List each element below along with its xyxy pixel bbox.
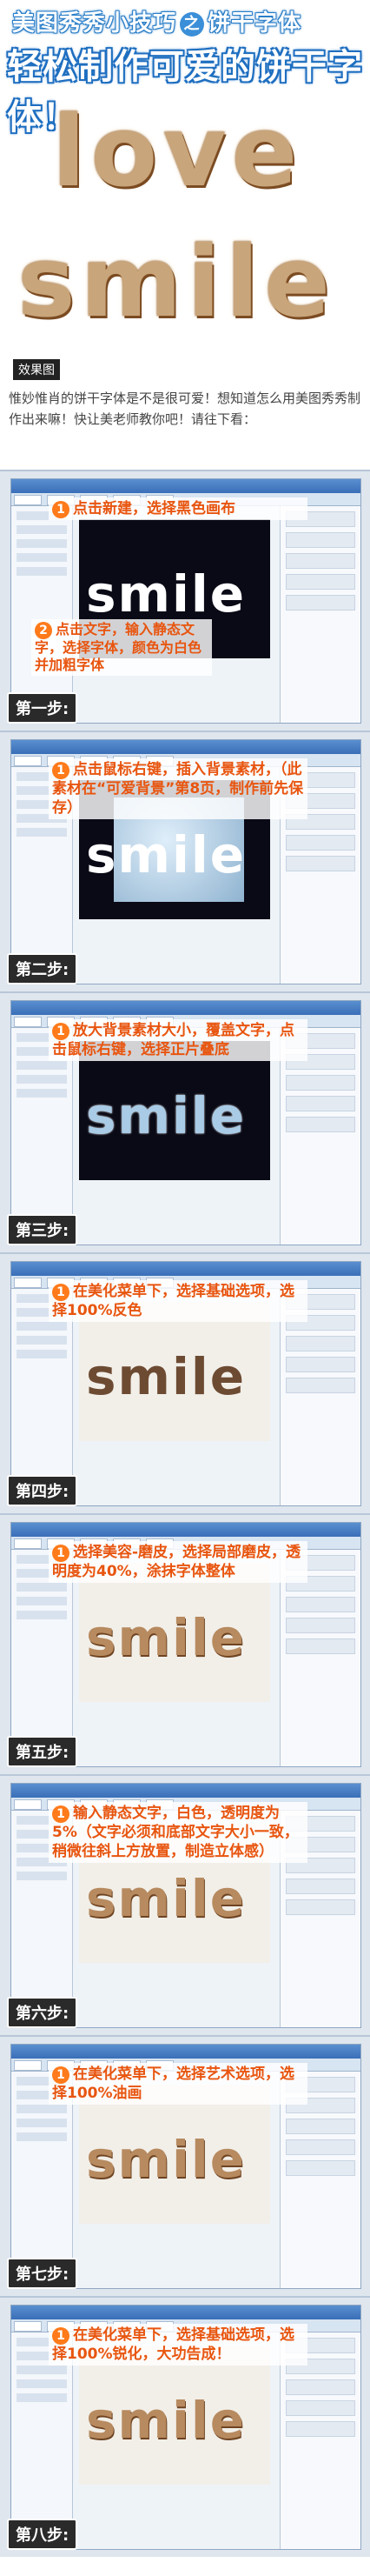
canvas-text: smile — [86, 1869, 247, 1928]
app-titlebar — [11, 1262, 360, 1276]
canvas-text: smile — [86, 1608, 247, 1667]
callout-number: 1 — [52, 501, 69, 518]
callout-number: 1 — [52, 2327, 69, 2345]
step-label: 第三步: — [7, 1214, 78, 1245]
callout-number: 2 — [35, 622, 52, 639]
callout-2: 2 点击文字，输入静态文字，选择字体，颜色为白色并加粗字体 — [31, 619, 212, 676]
cookie-word-love: love — [52, 96, 303, 209]
callout-text: 放大背景素材大小，覆盖文字，点击鼠标右键，选择正片叠底 — [52, 1022, 294, 1058]
callout-number: 1 — [52, 762, 69, 779]
callout-1: 1 选择美容-磨皮，选择局部磨皮，透明度为40%，涂抹字体整体 — [49, 1541, 307, 1583]
callout-1: 1 点击鼠标右键，插入背景素材，（此素材在“可爱背景”第8页，制作前先保存） — [49, 758, 307, 819]
step-label: 第四步: — [7, 1475, 78, 1506]
step-7: smile 1 在美化菜单下，选择艺术选项，选择100%油画 第七步: — [0, 2035, 370, 2296]
app-titlebar — [11, 479, 360, 493]
cookie-word-smile: smile — [17, 226, 336, 339]
intro-text: 惟妙惟肖的饼干字体是不是很可爱！想知道怎么用美图秀秀制作出来嘛！快让美老师教你吧… — [9, 390, 361, 427]
app-titlebar — [11, 1784, 360, 1798]
step-label: 第七步: — [7, 2258, 78, 2289]
step-8: smile 1 在美化菜单下，选择基础选项，选择100%锐化，大功告成！ 第八步: — [0, 2296, 370, 2557]
callout-1: 1 在美化菜单下，选择基础选项，选择100%反色 — [49, 1280, 307, 1322]
step-label: 第一步: — [7, 692, 78, 724]
callout-text: 在美化菜单下，选择艺术选项，选择100%油画 — [52, 2065, 294, 2102]
step-label: 第二步: — [7, 953, 78, 984]
canvas: smile — [79, 1041, 270, 1180]
app-left-panel — [11, 506, 73, 723]
callout-text: 点击新建，选择黑色画布 — [73, 500, 235, 517]
canvas: smile — [79, 2346, 270, 2485]
step-5: smile 1 选择美容-磨皮，选择局部磨皮，透明度为40%，涂抹字体整体 第五步… — [0, 1513, 370, 1774]
step-6: smile 1 输入静态文字，白色，透明度为5%（文字必须和底部文字大小一致，稍微… — [0, 1774, 370, 2035]
callout-number: 1 — [52, 1545, 69, 1562]
header: 美图秀秀小技巧之饼干字体 轻松制作可爱的饼干字体！ love smile 效果图… — [0, 0, 370, 470]
callout-number: 1 — [52, 1023, 69, 1040]
callout-1: 1 点击新建，选择黑色画布 — [49, 497, 307, 520]
canvas: smile — [79, 1302, 270, 1441]
callout-text: 点击文字，输入静态文字，选择字体，颜色为白色并加粗字体 — [35, 621, 202, 673]
effect-label: 效果图 — [12, 358, 61, 381]
callout-1: 1 放大背景素材大小，覆盖文字，点击鼠标右键，选择正片叠底 — [49, 1019, 307, 1061]
callout-text: 点击鼠标右键，插入背景素材，（此素材在“可爱背景”第8页，制作前先保存） — [52, 761, 304, 817]
step-label: 第五步: — [7, 1736, 78, 1767]
step-3: smile 1 放大背景素材大小，覆盖文字，点击鼠标右键，选择正片叠底 第三步: — [0, 991, 370, 1252]
callout-number: 1 — [52, 1284, 69, 1301]
app-titlebar — [11, 1001, 360, 1015]
top-title-post: 饼干字体 — [208, 10, 302, 37]
callout-1: 1 在美化菜单下，选择基础选项，选择100%锐化，大功告成！ — [49, 2324, 307, 2366]
callout-1: 1 输入静态文字，白色，透明度为5%（文字必须和底部文字大小一致，稍微往斜上方放置… — [49, 1802, 307, 1863]
callout-text: 选择美容-磨皮，选择局部磨皮，透明度为40%，涂抹字体整体 — [52, 1544, 301, 1580]
app-titlebar — [11, 2306, 360, 2319]
callout-text: 在美化菜单下，选择基础选项，选择100%反色 — [52, 1283, 294, 1319]
canvas-text: smile — [86, 564, 247, 624]
callout-text: 输入静态文字，白色，透明度为5%（文字必须和底部文字大小一致，稍微往斜上方放置，… — [52, 1805, 299, 1860]
step-label: 第八步: — [7, 2519, 78, 2550]
app-right-panel — [280, 506, 360, 723]
step-label: 第六步: — [7, 1997, 78, 2028]
top-title: 美图秀秀小技巧之饼干字体 — [12, 5, 301, 37]
callout-number: 1 — [52, 1805, 69, 1823]
step-4: smile 1 在美化菜单下，选择基础选项，选择100%反色 第四步: — [0, 1252, 370, 1513]
canvas: smile — [79, 1563, 270, 1702]
callout-1: 1 在美化菜单下，选择艺术选项，选择100%油画 — [49, 2063, 307, 2105]
canvas-text: smile — [86, 1347, 247, 1406]
app-titlebar — [11, 2045, 360, 2059]
callout-number: 1 — [52, 2066, 69, 2084]
app-titlebar — [11, 740, 360, 754]
callout-text: 在美化菜单下，选择基础选项，选择100%锐化，大功告成！ — [52, 2326, 294, 2363]
canvas: smile — [79, 2085, 270, 2224]
canvas-text: smile — [86, 2391, 247, 2450]
canvas-text: smile — [86, 825, 247, 884]
step-2: smile 1 点击鼠标右键，插入背景素材，（此素材在“可爱背景”第8页，制作前先… — [0, 731, 370, 991]
step-1: smile 1 点击新建，选择黑色画布 2 点击文字，输入静态文字，选择字体，颜色为… — [0, 470, 370, 731]
top-title-circle: 之 — [180, 11, 205, 37]
canvas-text: smile — [86, 2130, 247, 2189]
canvas-text: smile — [86, 1086, 247, 1145]
top-title-pre: 美图秀秀小技巧 — [12, 10, 177, 37]
app-titlebar — [11, 1523, 360, 1537]
